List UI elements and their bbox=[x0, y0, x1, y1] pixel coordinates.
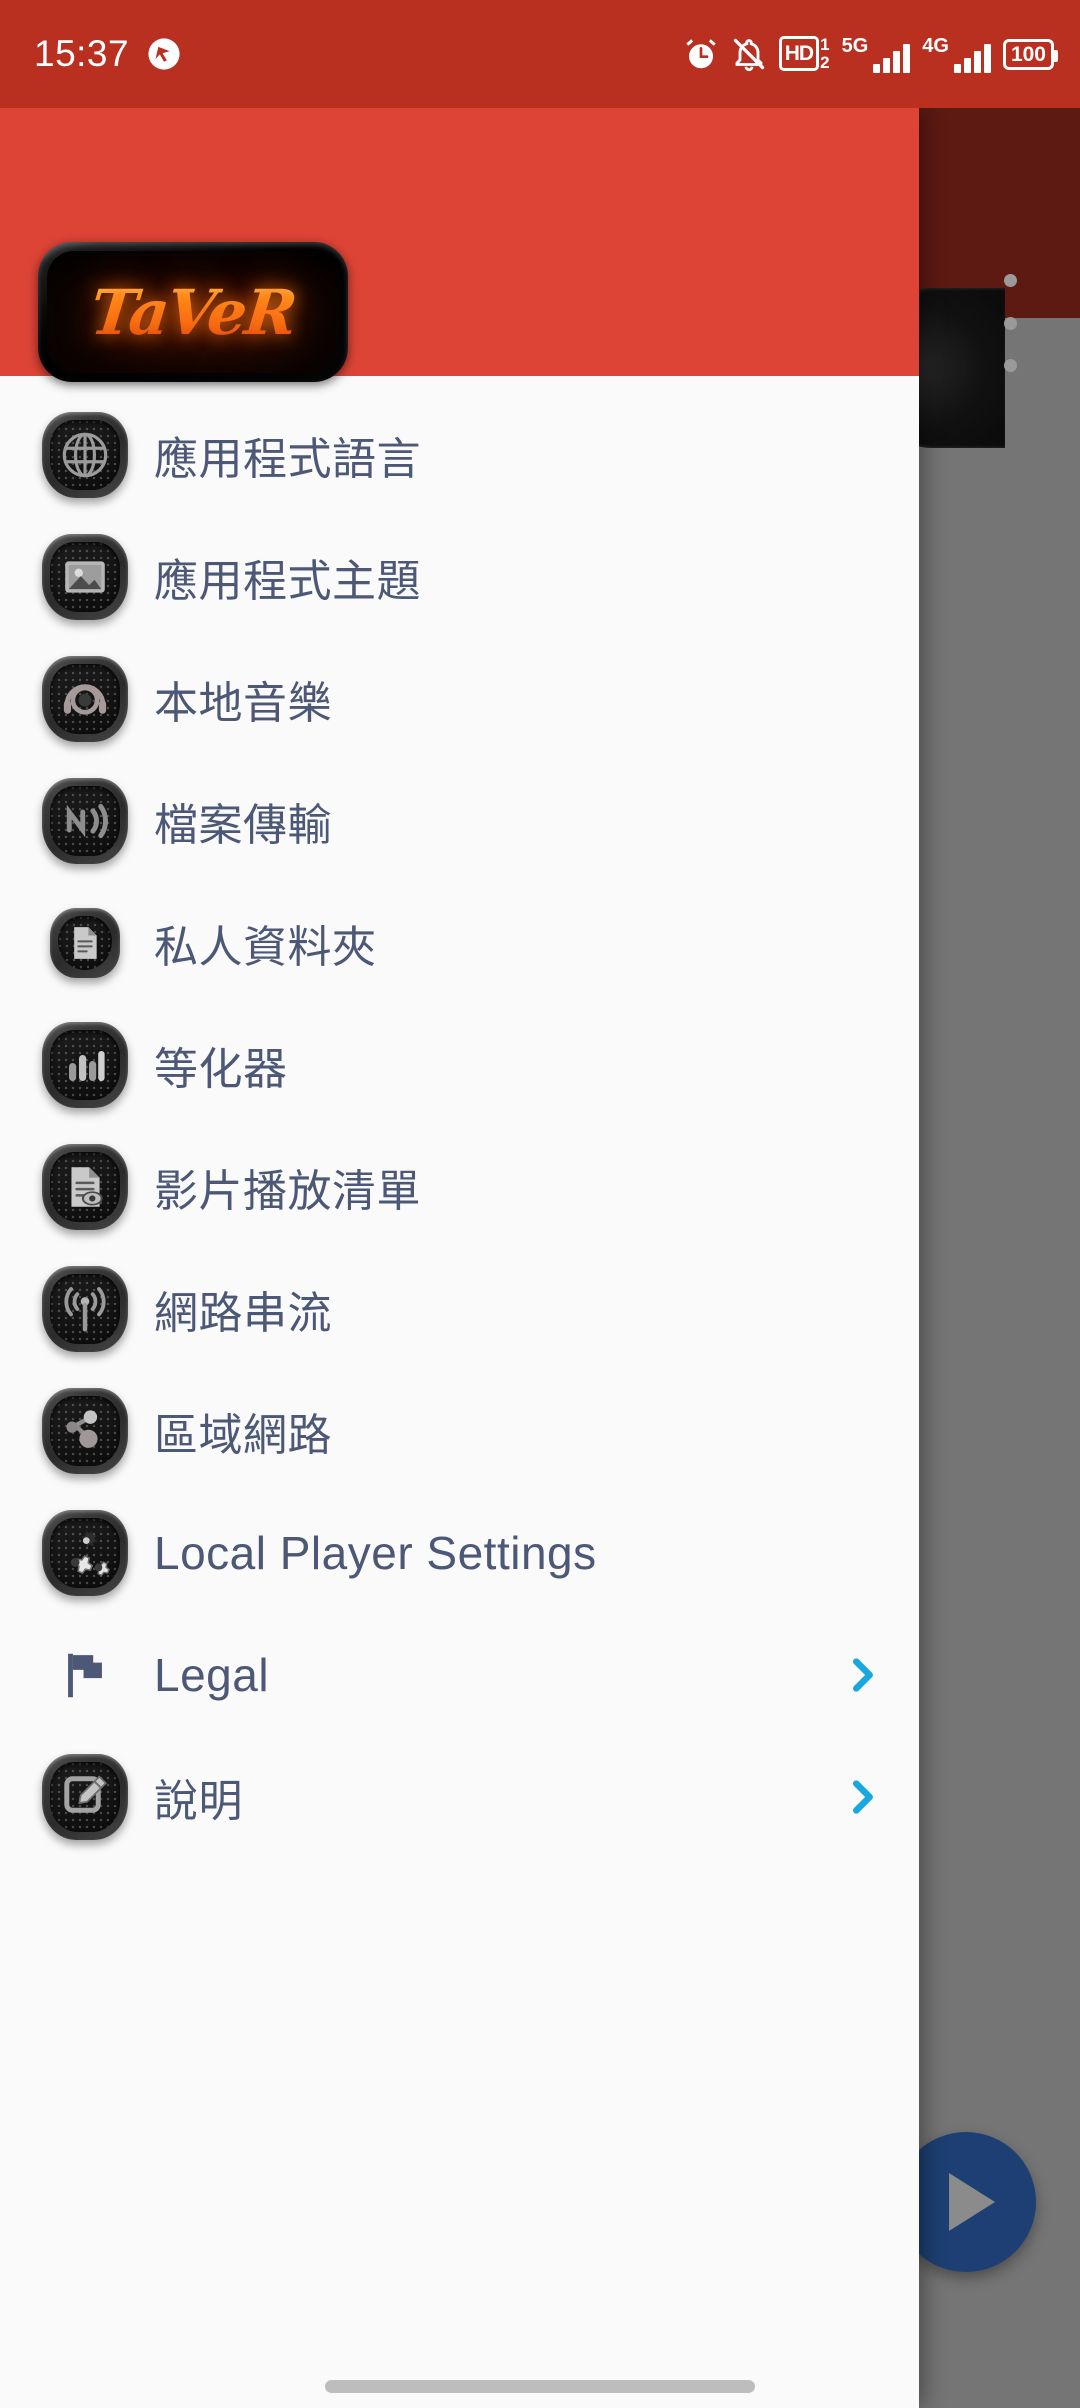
status-bar-right: HD 1 2 5G 4G 100 bbox=[683, 36, 1059, 73]
sidebar-item-label: 私人資料夾 bbox=[154, 923, 377, 972]
playlist-document-icon bbox=[38, 1144, 132, 1230]
status-bar-left: 15:37 bbox=[34, 33, 181, 75]
status-clock: 15:37 bbox=[34, 33, 130, 74]
sim1-network-label: 5G bbox=[841, 34, 869, 57]
sidebar-item-label: 應用程式主題 bbox=[154, 557, 421, 606]
sidebar-item-app-language[interactable]: 應用程式語言 bbox=[0, 394, 919, 516]
sidebar-item-label: 本地音樂 bbox=[154, 679, 332, 728]
sidebar-item-label: 影片播放清單 bbox=[154, 1167, 421, 1216]
drawer-menu-list: 應用程式語言 應用程式主題 本地音樂 檔案傳輸 私人資料夾 等化器 影片播放清單… bbox=[0, 376, 919, 2408]
alarm-clock-icon bbox=[683, 36, 719, 72]
sidebar-item-label: 等化器 bbox=[154, 1045, 288, 1094]
overflow-menu-icon[interactable] bbox=[985, 268, 1035, 378]
overflow-dot bbox=[1003, 316, 1017, 330]
sidebar-item-app-theme[interactable]: 應用程式主題 bbox=[0, 516, 919, 638]
signal-sim1: 5G bbox=[842, 36, 911, 73]
broadcast-icon bbox=[38, 1266, 132, 1352]
sidebar-item-local-network[interactable]: 區域網路 bbox=[0, 1370, 919, 1492]
gesture-home-pill[interactable] bbox=[325, 2379, 755, 2393]
drawer-header: TaVeR bbox=[0, 108, 919, 382]
signal-sim2: 4G bbox=[922, 36, 991, 73]
sidebar-item-label: Legal bbox=[154, 1649, 270, 1701]
hd-sup: 1 bbox=[820, 35, 830, 55]
network-nodes-icon bbox=[38, 1388, 132, 1474]
sidebar-item-file-transfer[interactable]: 檔案傳輸 bbox=[0, 760, 919, 882]
flag-icon bbox=[38, 1632, 132, 1718]
headphones-icon bbox=[38, 656, 132, 742]
chevron-right-icon[interactable] bbox=[839, 1774, 885, 1820]
sidebar-item-legal[interactable]: Legal bbox=[0, 1614, 919, 1736]
globe-icon bbox=[38, 412, 132, 498]
hd-voice-icon: HD 1 2 bbox=[778, 36, 830, 72]
sidebar-item-help[interactable]: 說明 bbox=[0, 1736, 919, 1858]
sidebar-item-label: Local Player Settings bbox=[154, 1527, 597, 1579]
chevron-right-icon[interactable] bbox=[839, 1652, 885, 1698]
sidebar-item-equalizer[interactable]: 等化器 bbox=[0, 1004, 919, 1126]
sidebar-item-label: 網路串流 bbox=[154, 1289, 332, 1338]
sim1-signal-bars bbox=[873, 43, 911, 73]
overflow-dot bbox=[1003, 359, 1017, 372]
sidebar-item-video-playlist[interactable]: 影片播放清單 bbox=[0, 1126, 919, 1248]
app-logo-text: TaVeR bbox=[87, 275, 299, 349]
sidebar-item-local-music[interactable]: 本地音樂 bbox=[0, 638, 919, 760]
bell-muted-icon bbox=[731, 36, 767, 72]
gears-icon bbox=[38, 1510, 132, 1596]
hd-label: HD bbox=[778, 36, 820, 72]
document-icon bbox=[38, 908, 132, 978]
overflow-dot bbox=[1003, 274, 1017, 287]
sidebar-item-label: 說明 bbox=[154, 1777, 243, 1826]
play-icon bbox=[949, 2173, 995, 2231]
sim2-network-label: 4G bbox=[922, 34, 949, 57]
sidebar-item-label: 檔案傳輸 bbox=[154, 801, 332, 850]
sidebar-item-private-folder[interactable]: 私人資料夾 bbox=[0, 882, 919, 1004]
battery-indicator: 100 bbox=[1002, 38, 1059, 70]
nav-bar-drawer-backdrop bbox=[0, 2330, 919, 2408]
sidebar-item-local-player-settings[interactable]: Local Player Settings bbox=[0, 1492, 919, 1614]
edit-note-icon bbox=[38, 1754, 132, 1840]
sidebar-item-label: 區域網路 bbox=[154, 1411, 332, 1460]
sim2-signal-bars bbox=[953, 43, 991, 73]
image-icon bbox=[38, 534, 132, 620]
hd-sub: 2 bbox=[820, 53, 830, 72]
equalizer-icon bbox=[38, 1022, 132, 1108]
sidebar-item-label: 應用程式語言 bbox=[154, 435, 421, 484]
navigation-drawer: TaVeR 應用程式語言 應用程式主題 本地音樂 檔案傳輸 私人資料夾 等化器 … bbox=[0, 108, 919, 2408]
gesture-nav-bar bbox=[0, 2330, 1080, 2408]
silenced-notification-icon bbox=[147, 37, 181, 71]
app-logo: TaVeR bbox=[38, 242, 348, 382]
nfc-transfer-icon bbox=[38, 778, 132, 864]
status-bar: 15:37 HD 1 2 5G 4G 100 bbox=[0, 0, 1080, 108]
sidebar-item-network-stream[interactable]: 網路串流 bbox=[0, 1248, 919, 1370]
hd-sim-numbers: 1 2 bbox=[820, 36, 829, 72]
